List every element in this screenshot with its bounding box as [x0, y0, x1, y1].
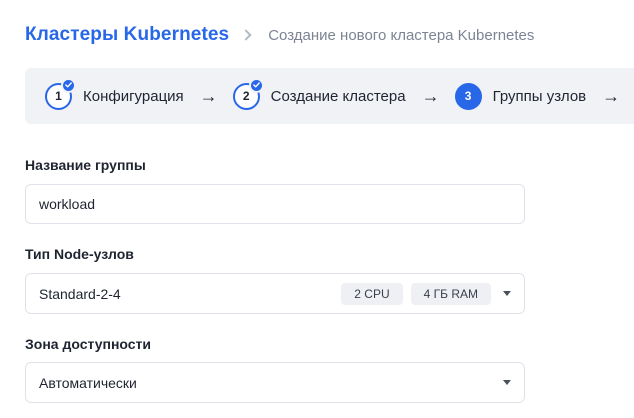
node-type-value: Standard-2-4	[39, 285, 121, 302]
node-type-select[interactable]: Standard-2-4 2 CPU 4 ГБ RAM	[25, 273, 525, 314]
breadcrumb: Кластеры Kubernetes Создание нового клас…	[25, 22, 534, 48]
step-number: 1	[55, 89, 62, 103]
stepper: 1 Конфигурация → 2 Создание кластера → 3…	[25, 68, 634, 124]
step-label: Конфигурация	[83, 87, 184, 105]
step-label: Группы узлов	[492, 87, 587, 105]
node-type-specs: 2 CPU 4 ГБ RAM	[333, 283, 491, 305]
caret-down-icon	[503, 291, 511, 296]
step-number: 2	[242, 89, 250, 103]
breadcrumb-current: Создание нового кластера Kubernetes	[268, 26, 535, 44]
step-label: Создание кластера	[270, 87, 406, 105]
ram-tag: 4 ГБ RAM	[410, 283, 491, 305]
step-number-badge: 3	[454, 82, 482, 110]
step-cluster-creation[interactable]: 2 Создание кластера	[232, 77, 406, 110]
step-number-badge: 1	[45, 77, 76, 110]
zone-value: Автоматически	[39, 374, 137, 391]
step-number: 3	[464, 89, 472, 103]
cpu-tag: 2 CPU	[341, 283, 403, 305]
group-name-label: Название группы	[25, 157, 146, 173]
arrow-right-icon: →	[199, 86, 218, 106]
breadcrumb-root-link[interactable]: Кластеры Kubernetes	[25, 24, 229, 46]
group-name-value: workload	[39, 196, 96, 212]
check-icon	[61, 77, 76, 93]
step-configuration[interactable]: 1 Конфигурация	[45, 77, 184, 110]
caret-down-icon	[503, 380, 511, 385]
step-node-groups[interactable]: 3 Группы узлов	[454, 82, 587, 110]
chevron-right-icon	[240, 29, 252, 41]
check-icon	[248, 77, 264, 93]
group-name-input[interactable]: workload	[25, 184, 525, 224]
arrow-right-icon: →	[602, 86, 621, 106]
zone-select[interactable]: Автоматически	[25, 362, 525, 403]
node-type-label: Тип Node-узлов	[25, 246, 134, 262]
zone-label: Зона доступности	[25, 336, 152, 352]
arrow-right-icon: →	[421, 86, 440, 106]
step-number-badge: 2	[232, 77, 264, 110]
